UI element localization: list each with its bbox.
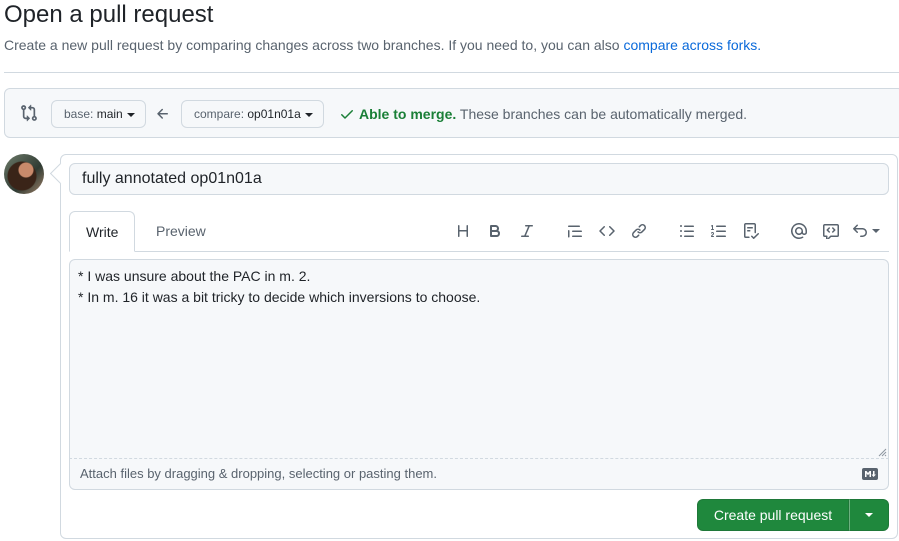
compare-across-forks-link[interactable]: compare across forks. — [623, 37, 761, 53]
markdown-toolbar — [449, 217, 889, 245]
mention-icon[interactable] — [785, 217, 813, 245]
chevron-down-icon — [865, 513, 873, 517]
task-list-icon[interactable] — [737, 217, 765, 245]
merge-status-text: These branches can be automatically merg… — [456, 106, 748, 122]
compare-branch-name: op01n01a — [247, 107, 301, 121]
reference-icon[interactable] — [817, 217, 845, 245]
italic-icon[interactable] — [513, 217, 541, 245]
bold-icon[interactable] — [481, 217, 509, 245]
chevron-down-icon — [126, 112, 135, 117]
page-title: Open a pull request — [4, 1, 214, 28]
merge-status: Able to merge. These branches can be aut… — [339, 104, 747, 124]
branch-range-bar: base: main compare: op01n01a Able to mer… — [4, 88, 899, 138]
tab-preview[interactable]: Preview — [140, 211, 222, 252]
git-compare-icon — [21, 104, 37, 122]
chevron-down-icon — [872, 229, 880, 233]
quote-icon[interactable] — [561, 217, 589, 245]
file-attachment-bar[interactable]: Attach files by dragging & dropping, sel… — [69, 459, 889, 490]
resize-grip-icon[interactable] — [878, 448, 887, 457]
undo-icon[interactable] — [849, 217, 883, 245]
subtitle-text: Create a new pull request by comparing c… — [4, 37, 624, 53]
editor-tabs: Write Preview — [69, 211, 889, 252]
heading-icon[interactable] — [449, 217, 477, 245]
page-subtitle: Create a new pull request by comparing c… — [4, 35, 761, 55]
unordered-list-icon[interactable] — [673, 217, 701, 245]
create-options-dropdown[interactable] — [849, 499, 889, 531]
code-icon[interactable] — [593, 217, 621, 245]
base-branch-name: main — [96, 107, 123, 121]
pr-title-input[interactable] — [69, 163, 889, 195]
pull-request-composer: Write Preview * I was unsure about the P… — [60, 154, 898, 539]
link-icon[interactable] — [625, 217, 653, 245]
avatar[interactable] — [4, 154, 44, 194]
ordered-list-icon[interactable] — [705, 217, 733, 245]
divider — [4, 72, 899, 73]
base-branch-select[interactable]: base: main — [51, 100, 146, 128]
compare-branch-select[interactable]: compare: op01n01a — [181, 100, 324, 128]
chevron-down-icon — [304, 112, 313, 117]
create-pull-request-button[interactable]: Create pull request — [697, 499, 849, 531]
check-icon — [341, 110, 353, 119]
merge-ok-label: Able to merge. — [359, 106, 457, 122]
compare-prefix: compare: — [194, 107, 245, 121]
attach-hint: Attach files by dragging & dropping, sel… — [80, 466, 437, 481]
base-prefix: base: — [64, 107, 94, 121]
pr-body-textarea[interactable]: * I was unsure about the PAC in m. 2. * … — [69, 259, 889, 459]
markdown-icon[interactable] — [862, 468, 878, 480]
arrow-left-icon — [157, 108, 168, 119]
tab-write[interactable]: Write — [69, 211, 136, 252]
